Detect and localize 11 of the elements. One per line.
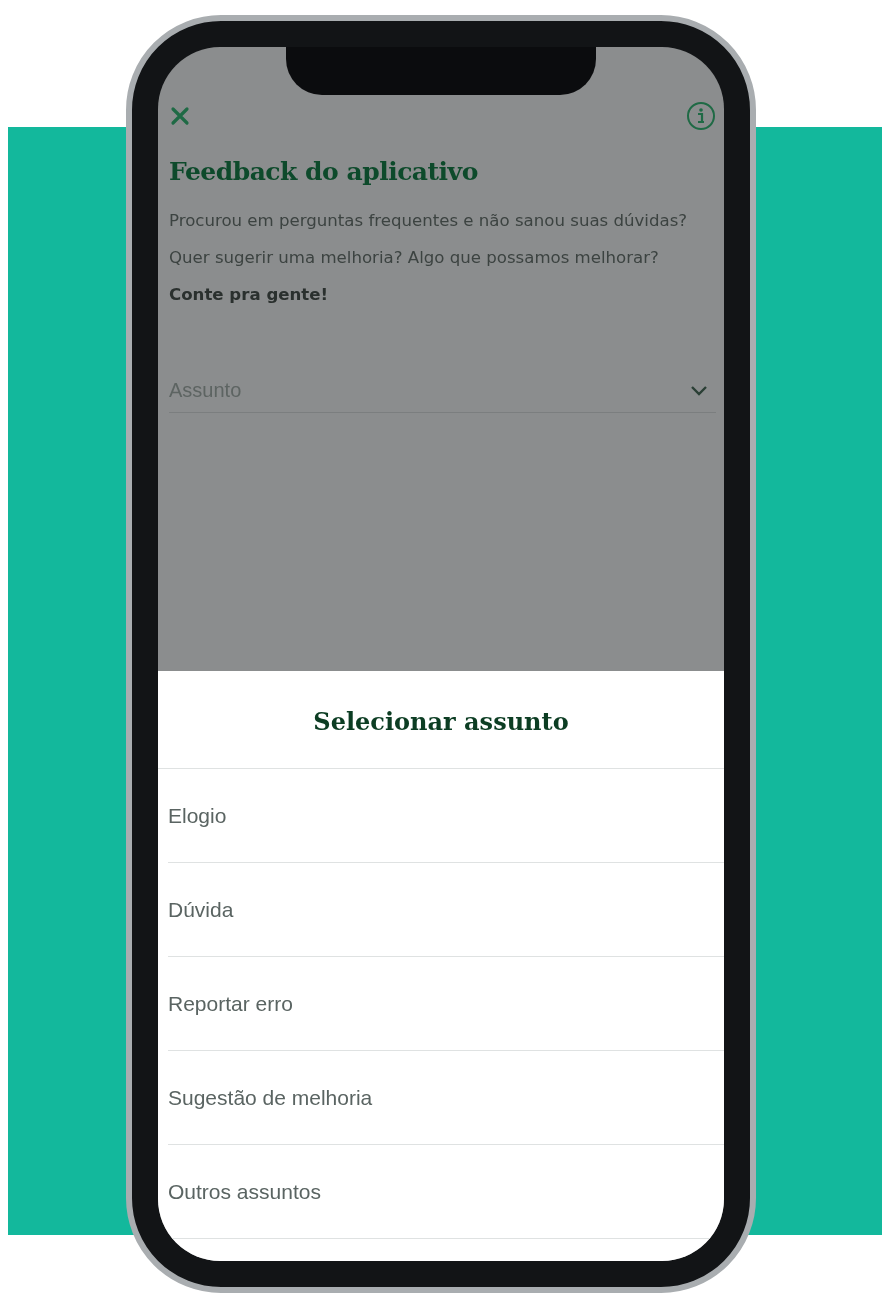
chevron-down-icon xyxy=(690,384,708,397)
subject-option[interactable]: Sugestão de melhoria xyxy=(168,1085,373,1110)
subject-option[interactable]: Outros assuntos xyxy=(168,1179,321,1204)
subject-option[interactable]: Elogio xyxy=(168,803,227,828)
page-title: Feedback do aplicativo xyxy=(169,157,479,186)
sheet-title: Selecionar assunto xyxy=(158,671,724,769)
subject-option[interactable]: Dúvida xyxy=(168,897,234,922)
description-text: Procurou em perguntas frequentes e não sanou suas dúvidas? Quer sugerir uma melhoria? Algo que possamos melhorar? Conte pra gente! xyxy=(169,210,689,306)
close-button[interactable] xyxy=(169,105,191,127)
subject-option[interactable]: Reportar erro xyxy=(168,991,293,1016)
info-button[interactable] xyxy=(686,101,716,131)
